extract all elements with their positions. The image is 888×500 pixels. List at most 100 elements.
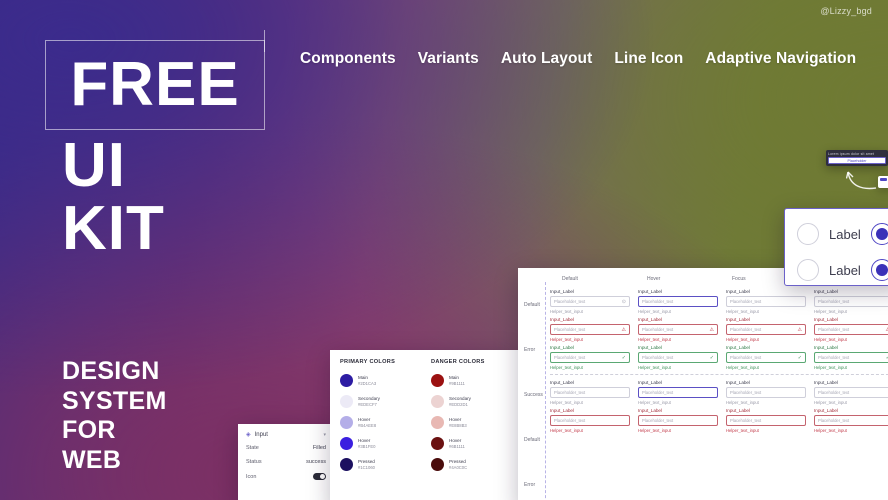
- input-label: Input_Label: [726, 289, 751, 294]
- radio-selected-icon[interactable]: [870, 223, 888, 245]
- property-row-state[interactable]: State Filled: [246, 445, 326, 451]
- color-name: Pressed: [449, 459, 466, 464]
- radio-selected-icon[interactable]: [870, 259, 888, 281]
- text-input[interactable]: Placeholder_text: [550, 387, 630, 398]
- text-input[interactable]: Placeholder_text ⚠: [814, 324, 888, 335]
- matrix-row-success: Success: [524, 392, 543, 398]
- palette-title-primary: PRIMARY COLORS: [340, 359, 396, 365]
- property-value-status[interactable]: success: [306, 459, 326, 465]
- input-placeholder: Placeholder_text: [818, 327, 850, 332]
- text-input[interactable]: Placeholder_text ⚠: [726, 324, 806, 335]
- properties-panel-title: Input: [254, 431, 268, 438]
- form-field-group: Input_Label Placeholder_text ✓ Helper_te…: [722, 342, 810, 370]
- nav-item-variants[interactable]: Variants: [418, 50, 479, 68]
- palette-item[interactable]: Main #2D1CA3: [340, 374, 417, 387]
- input-placeholder: Placeholder_text: [554, 355, 586, 360]
- radio-label: Label: [829, 226, 861, 242]
- warning-icon[interactable]: ⚠: [710, 327, 714, 333]
- text-input[interactable]: Placeholder_text ✓: [726, 352, 806, 363]
- text-input[interactable]: Placeholder_text: [550, 415, 630, 426]
- text-input[interactable]: Placeholder_text: [814, 296, 888, 307]
- floating-tooltip-toolbar[interactable]: Lorem ipsum dolor sit amet Placeholder: [826, 150, 888, 166]
- text-input[interactable]: Placeholder_text: [638, 296, 718, 307]
- radio-unselected-icon[interactable]: [797, 223, 819, 245]
- text-input[interactable]: Placeholder_text ✓: [638, 352, 718, 363]
- text-input[interactable]: Placeholder_text: [814, 387, 888, 398]
- color-hex: #EDECF7: [358, 401, 377, 407]
- input-placeholder: Placeholder_text: [642, 418, 674, 423]
- nav-item-components[interactable]: Components: [300, 50, 396, 68]
- nav-item-auto-layout[interactable]: Auto Layout: [501, 50, 593, 68]
- input-label: Input_Label: [638, 408, 663, 413]
- text-input[interactable]: Placeholder_text: [726, 415, 806, 426]
- form-field-group: Input_Label Placeholder_text Helper_text…: [634, 405, 722, 433]
- properties-panel[interactable]: ◈ Input ▾ State Filled Status success Ic…: [238, 424, 334, 500]
- palette-item[interactable]: Hover #6B1111: [431, 437, 508, 450]
- color-swatch[interactable]: [340, 437, 353, 450]
- warning-icon[interactable]: ⚠: [622, 327, 626, 333]
- radio-button-card: Label Label: [784, 208, 888, 286]
- color-swatch[interactable]: [431, 458, 444, 471]
- input-placeholder: Placeholder_text: [642, 355, 674, 360]
- text-input[interactable]: Placeholder_text: [726, 296, 806, 307]
- text-input[interactable]: Placeholder_text: [814, 415, 888, 426]
- mini-component-chip[interactable]: [878, 176, 888, 188]
- text-input[interactable]: Placeholder_text: [638, 415, 718, 426]
- input-label: Input_Label: [726, 345, 751, 350]
- matrix-row: Input_Label Placeholder_text ✓ Helper_te…: [546, 342, 888, 370]
- input-placeholder: Placeholder_text: [554, 299, 586, 304]
- input-placeholder: Placeholder_text: [818, 355, 850, 360]
- tooltip-input-field[interactable]: Placeholder: [828, 157, 886, 164]
- check-icon[interactable]: ✓: [798, 355, 802, 361]
- color-swatch[interactable]: [340, 374, 353, 387]
- palette-item[interactable]: Secondary #EDECF7: [340, 395, 417, 408]
- palette-item[interactable]: Hover #E8B8B3: [431, 416, 508, 429]
- text-input[interactable]: Placeholder_text ⚠: [550, 324, 630, 335]
- chevron-down-icon[interactable]: ▾: [323, 432, 326, 438]
- color-swatch[interactable]: [431, 437, 444, 450]
- color-swatch[interactable]: [431, 374, 444, 387]
- text-input[interactable]: Placeholder_text ⊙: [550, 296, 630, 307]
- color-swatch[interactable]: [431, 395, 444, 408]
- info-icon[interactable]: ⊙: [622, 299, 626, 305]
- color-name: Pressed: [358, 459, 375, 464]
- form-field-group: Input_Label Placeholder_text ⚠ Helper_te…: [722, 314, 810, 342]
- text-input[interactable]: Placeholder_text: [726, 387, 806, 398]
- matrix-row-default-1: Default: [524, 302, 540, 308]
- nav-item-line-icon[interactable]: Line Icon: [614, 50, 683, 68]
- property-row-icon[interactable]: Icon: [246, 473, 326, 480]
- color-swatch[interactable]: [431, 416, 444, 429]
- palette-item[interactable]: Main #9B1111: [431, 374, 508, 387]
- color-hex: #EDD2D1: [449, 401, 468, 407]
- text-input[interactable]: Placeholder_text: [638, 387, 718, 398]
- color-hex: #B4AEE8: [358, 422, 377, 428]
- radio-unselected-icon[interactable]: [797, 259, 819, 281]
- text-input[interactable]: Placeholder_text ✓: [814, 352, 888, 363]
- input-label: Input_Label: [550, 380, 575, 385]
- curved-arrow-icon: [846, 171, 877, 190]
- palette-item[interactable]: Secondary #EDD2D1: [431, 395, 508, 408]
- color-swatch[interactable]: [340, 395, 353, 408]
- page-subtitle-line-3: FOR: [62, 416, 116, 444]
- icon-toggle-switch[interactable]: [313, 473, 326, 480]
- check-icon[interactable]: ✓: [710, 355, 714, 361]
- color-swatch[interactable]: [340, 458, 353, 471]
- page-subtitle-line-2: SYSTEM: [62, 386, 167, 415]
- property-row-status[interactable]: Status success: [246, 459, 326, 465]
- palette-item[interactable]: Hover #B4AEE8: [340, 416, 417, 429]
- palette-item[interactable]: Hover #3B1FE0: [340, 437, 417, 450]
- nav-item-adaptive-navigation[interactable]: Adaptive Navigation: [705, 50, 856, 68]
- palette-item[interactable]: Pressed #1C1060: [340, 458, 417, 471]
- property-value-state[interactable]: Filled: [313, 445, 326, 451]
- input-label: Input_Label: [550, 408, 575, 413]
- color-swatch[interactable]: [340, 416, 353, 429]
- palette-item[interactable]: Pressed #4A0C0C: [431, 458, 508, 471]
- watermark-handle: @Lizzy_bgd: [820, 6, 872, 16]
- warning-icon[interactable]: ⚠: [798, 327, 802, 333]
- input-placeholder: Placeholder_text: [642, 390, 674, 395]
- text-input[interactable]: Placeholder_text ⚠: [638, 324, 718, 335]
- check-icon[interactable]: ✓: [622, 355, 626, 361]
- text-input[interactable]: Placeholder_text ✓: [550, 352, 630, 363]
- radio-row: Label: [797, 223, 888, 245]
- matrix-row: Input_Label Placeholder_text Helper_text…: [546, 377, 888, 405]
